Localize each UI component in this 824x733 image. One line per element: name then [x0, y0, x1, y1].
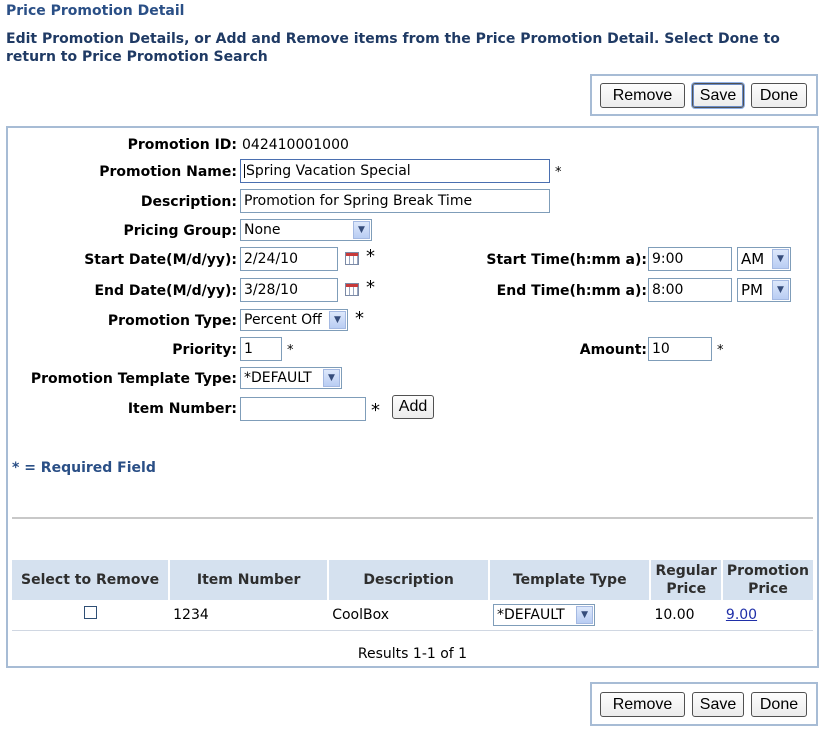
required-marker: *	[555, 165, 562, 180]
required-marker: *	[355, 308, 364, 329]
start-time-label: Start Time(h:mm a):	[486, 252, 647, 268]
pricing-group-label: Pricing Group:	[123, 223, 237, 239]
description-label: Description:	[140, 194, 237, 210]
promotion-type-select[interactable]: Percent Off ▼	[240, 309, 348, 331]
priority-value: 1	[244, 341, 253, 357]
pricing-group-value: None	[244, 222, 281, 238]
top-action-bar: Remove Save Done	[590, 74, 818, 116]
description-cell: CoolBox	[328, 600, 490, 631]
start-time-value: 9:00	[652, 251, 684, 267]
remove-button[interactable]: Remove	[600, 691, 685, 717]
table-row: 1234 CoolBox *DEFAULT ▼ 10.00 9.00	[12, 600, 813, 631]
end-time-value: 8:00	[652, 282, 684, 298]
start-time-input[interactable]: 9:00	[648, 247, 732, 271]
chevron-down-icon: ▼	[353, 221, 370, 239]
items-table: Select to Remove Item Number Description…	[12, 560, 813, 631]
promotion-name-input[interactable]: Spring Vacation Special	[240, 159, 550, 183]
amount-input[interactable]: 10	[648, 337, 712, 361]
required-field-note: * = Required Field	[12, 460, 156, 476]
regular-price-cell: 10.00	[650, 600, 722, 631]
bottom-action-bar: Remove Save Done	[590, 682, 818, 726]
pricing-group-select[interactable]: None ▼	[240, 219, 372, 241]
promotion-type-value: Percent Off	[244, 312, 322, 328]
end-time-input[interactable]: 8:00	[648, 278, 732, 302]
description-input[interactable]: Promotion for Spring Break Time	[240, 189, 550, 213]
promotion-price-header-line1: Promotion	[726, 563, 809, 579]
required-marker: *	[717, 343, 724, 358]
save-button[interactable]: Save	[692, 82, 744, 108]
promotion-price-link[interactable]: 9.00	[726, 607, 757, 623]
column-header-description: Description	[328, 560, 491, 600]
select-cell	[12, 600, 170, 631]
regular-price-header-line2: Price	[666, 581, 707, 597]
promotion-id-value: 042410001000	[242, 137, 349, 153]
start-date-value: 2/24/10	[244, 251, 298, 267]
template-type-cell: *DEFAULT ▼	[489, 600, 651, 631]
template-type-select[interactable]: *DEFAULT ▼	[240, 367, 342, 389]
done-button[interactable]: Done	[751, 82, 807, 108]
start-date-input[interactable]: 2/24/10	[240, 247, 338, 271]
add-item-button[interactable]: Add	[392, 395, 434, 419]
template-type-label: Promotion Template Type:	[30, 371, 237, 387]
calendar-icon[interactable]	[345, 283, 359, 296]
column-header-select: Select to Remove	[12, 560, 171, 600]
chevron-down-icon: ▼	[772, 249, 789, 269]
chevron-down-icon: ▼	[329, 311, 346, 329]
promotion-price-header-line2: Price	[748, 581, 788, 597]
start-time-ampm-select[interactable]: AM ▼	[737, 247, 791, 271]
promotion-price-cell: 9.00	[721, 600, 813, 631]
done-button[interactable]: Done	[751, 691, 807, 717]
end-time-ampm-select[interactable]: PM ▼	[737, 278, 791, 302]
checkbox-icon[interactable]	[84, 606, 98, 620]
priority-label: Priority:	[172, 342, 237, 358]
required-marker: *	[287, 343, 294, 358]
column-header-regular-price: Regular Price	[650, 560, 723, 600]
regular-price-header-line1: Regular	[655, 563, 717, 579]
page-instructions: Edit Promotion Details, or Add and Remov…	[6, 31, 780, 65]
amount-value: 10	[652, 341, 670, 357]
chevron-down-icon: ▼	[576, 605, 594, 624]
end-date-label: End Date(M/d/yy):	[94, 283, 237, 299]
save-button[interactable]: Save	[692, 691, 744, 717]
page-title: Price Promotion Detail	[6, 3, 185, 19]
calendar-icon[interactable]	[345, 252, 359, 265]
priority-input[interactable]: 1	[240, 337, 282, 361]
required-marker: *	[371, 400, 380, 421]
template-type-value: *DEFAULT	[244, 370, 312, 386]
end-time-ampm-value: PM	[741, 281, 763, 299]
amount-label: Amount:	[579, 342, 647, 358]
column-header-promotion-price: Promotion Price	[721, 560, 813, 600]
column-header-item-number: Item Number	[169, 560, 330, 600]
row-template-type-select[interactable]: *DEFAULT ▼	[493, 603, 596, 626]
promotion-type-label: Promotion Type:	[107, 313, 237, 329]
remove-button[interactable]: Remove	[600, 82, 685, 108]
table-header-row: Select to Remove Item Number Description…	[12, 560, 813, 600]
text-cursor	[244, 164, 245, 178]
description-value: Promotion for Spring Break Time	[244, 193, 473, 209]
start-time-ampm-value: AM	[741, 250, 765, 268]
item-number-cell: 1234	[169, 600, 329, 631]
item-number-input[interactable]	[240, 397, 366, 421]
required-marker: *	[366, 277, 375, 298]
chevron-down-icon: ▼	[772, 280, 789, 300]
promotion-name-label: Promotion Name:	[99, 164, 237, 180]
results-count: Results 1-1 of 1	[357, 646, 468, 662]
item-number-label: Item Number:	[127, 401, 237, 417]
end-date-input[interactable]: 3/28/10	[240, 278, 338, 302]
start-date-label: Start Date(M/d/yy):	[84, 252, 237, 268]
chevron-down-icon: ▼	[323, 369, 340, 387]
promotion-name-value: Spring Vacation Special	[246, 163, 411, 179]
promotion-detail-panel: Promotion ID: 042410001000 Promotion Nam…	[6, 126, 819, 668]
end-time-label: End Time(h:mm a):	[496, 283, 647, 299]
row-template-type-value: *DEFAULT	[497, 606, 565, 623]
section-divider	[12, 517, 813, 519]
promotion-id-label: Promotion ID:	[127, 137, 237, 153]
required-marker: *	[366, 246, 375, 267]
end-date-value: 3/28/10	[244, 282, 298, 298]
column-header-template-type: Template Type	[489, 560, 652, 600]
